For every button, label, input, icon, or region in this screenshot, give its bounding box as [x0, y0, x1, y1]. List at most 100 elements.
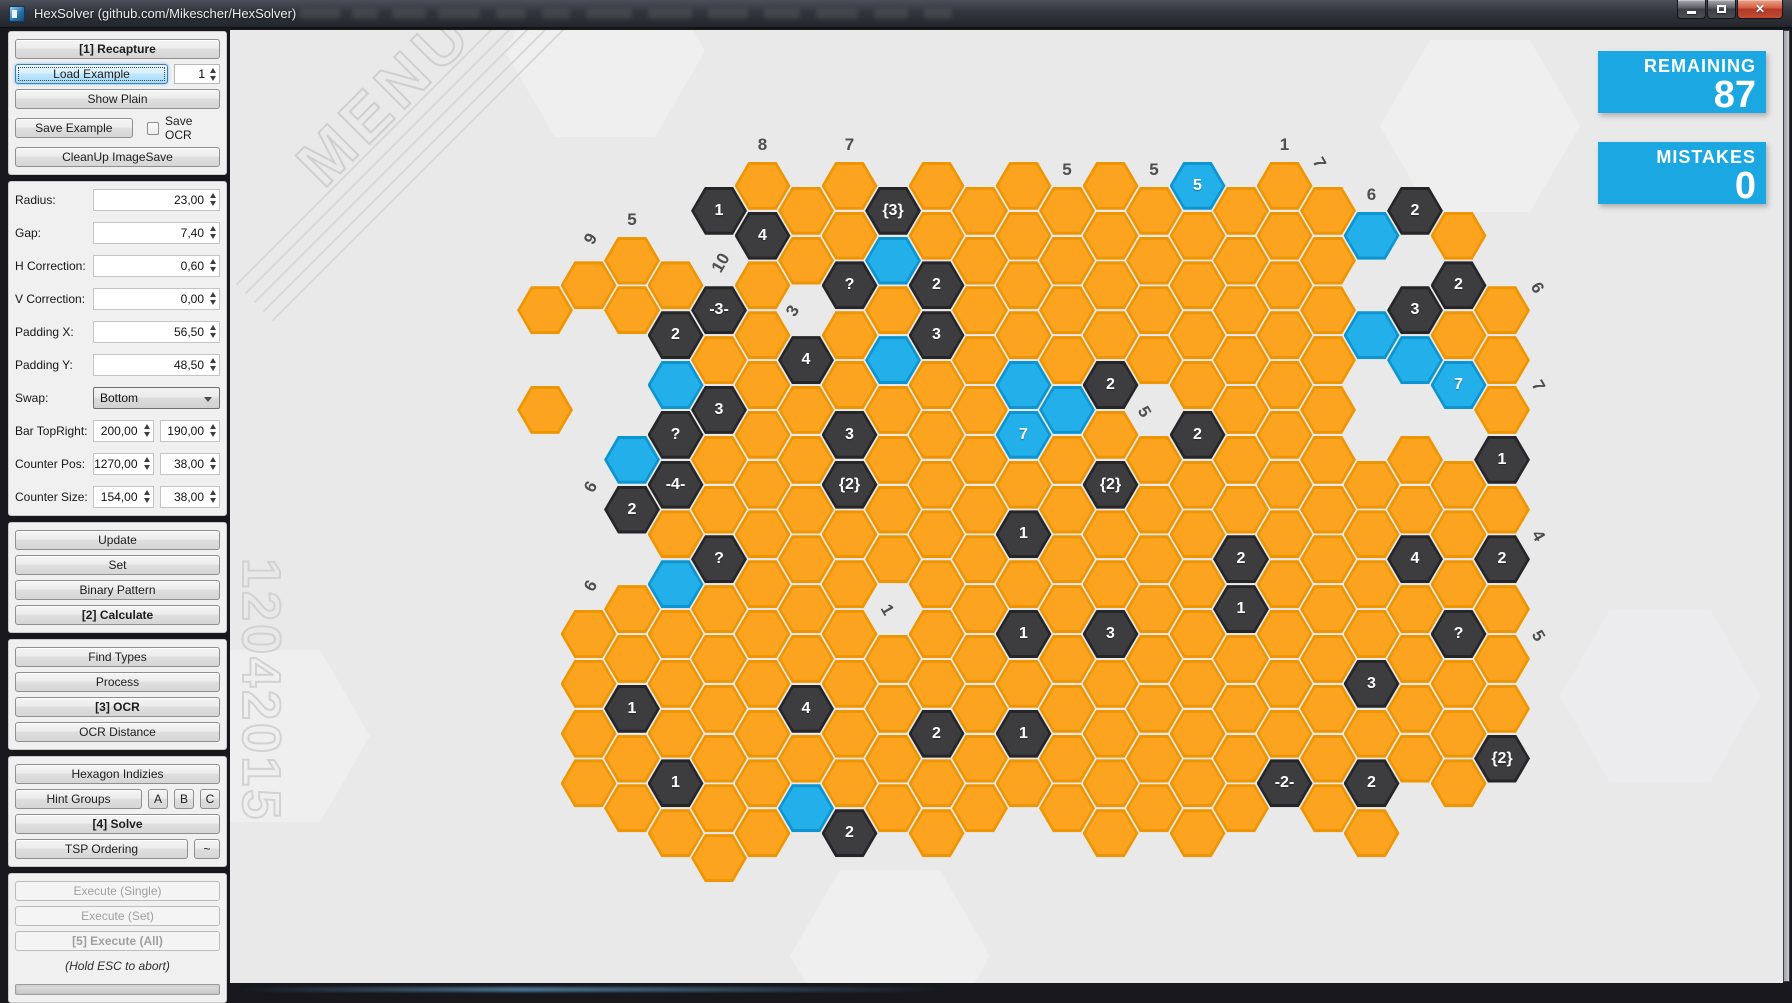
hex-orange-cell[interactable]: [1387, 735, 1443, 783]
hex-orange-cell[interactable]: [778, 486, 834, 534]
hex-orange-cell[interactable]: [735, 560, 791, 608]
hex-orange-cell[interactable]: [1213, 386, 1269, 434]
hex-orange-cell[interactable]: [909, 759, 965, 807]
execute-single-button[interactable]: Execute (Single): [15, 881, 220, 901]
load-example-button[interactable]: Load Example: [15, 64, 168, 84]
hex-orange-cell[interactable]: [952, 386, 1008, 434]
hex-orange-cell[interactable]: [952, 784, 1008, 832]
hex-orange-cell[interactable]: [1126, 784, 1182, 832]
hex-orange-cell[interactable]: [1126, 735, 1182, 783]
hex-dark-number-cell[interactable]: 2: [909, 261, 965, 309]
hex-orange-cell[interactable]: [778, 635, 834, 683]
hex-orange-cell[interactable]: [1213, 784, 1269, 832]
hex-orange-cell[interactable]: [822, 510, 878, 558]
hex-dark-number-cell[interactable]: 3: [691, 386, 747, 434]
hex-orange-cell[interactable]: [909, 212, 965, 260]
hex-orange-cell[interactable]: [1257, 461, 1313, 509]
radius-input[interactable]: 23,00: [93, 189, 220, 211]
hex-orange-cell[interactable]: [561, 710, 617, 758]
hint-c-button[interactable]: C: [200, 789, 220, 809]
hex-orange-cell[interactable]: [561, 610, 617, 658]
solve-button[interactable]: [4] Solve: [15, 814, 220, 834]
hex-orange-cell[interactable]: [735, 461, 791, 509]
hex-orange-cell[interactable]: [1213, 187, 1269, 235]
hex-orange-cell[interactable]: [1039, 735, 1095, 783]
hex-orange-cell[interactable]: [952, 286, 1008, 334]
hex-dark-number-cell[interactable]: 3: [822, 411, 878, 459]
hex-orange-cell[interactable]: [909, 610, 965, 658]
hex-orange-cell[interactable]: [865, 685, 921, 733]
hex-dark-number-cell[interactable]: 1: [604, 685, 660, 733]
hex-orange-cell[interactable]: [909, 660, 965, 708]
hex-orange-cell[interactable]: [1126, 635, 1182, 683]
hex-orange-cell[interactable]: [865, 486, 921, 534]
hex-orange-cell[interactable]: [1300, 685, 1356, 733]
hex-blue-cell[interactable]: [648, 361, 704, 409]
hex-orange-cell[interactable]: [648, 809, 704, 857]
hex-dark-number-cell[interactable]: 3: [1387, 286, 1443, 334]
counter-size-x-input[interactable]: 154,00: [93, 486, 154, 508]
hex-orange-cell[interactable]: [1431, 311, 1487, 359]
example-number-input[interactable]: 1: [174, 64, 220, 84]
hex-blue-cell[interactable]: [1039, 386, 1095, 434]
hex-blue-cell[interactable]: [865, 336, 921, 384]
hex-dark-number-cell[interactable]: 1: [996, 610, 1052, 658]
hex-orange-cell[interactable]: [1257, 162, 1313, 210]
hex-blue-cell[interactable]: [996, 361, 1052, 409]
hex-dark-number-cell[interactable]: 2: [1213, 535, 1269, 583]
hex-orange-cell[interactable]: [996, 560, 1052, 608]
hex-orange-cell[interactable]: [1344, 710, 1400, 758]
hex-orange-cell[interactable]: [1170, 212, 1226, 260]
hex-dark-number-cell[interactable]: {2}: [1474, 735, 1530, 783]
hex-dark-number-cell[interactable]: 1: [1213, 585, 1269, 633]
hex-orange-cell[interactable]: [778, 436, 834, 484]
minimize-button[interactable]: [1677, 0, 1706, 19]
hex-orange-cell[interactable]: [822, 759, 878, 807]
hex-orange-cell[interactable]: [1257, 560, 1313, 608]
hex-orange-cell[interactable]: [1300, 635, 1356, 683]
hint-a-button[interactable]: A: [148, 789, 168, 809]
execute-all-button[interactable]: [5] Execute (All): [15, 931, 220, 951]
hex-orange-cell[interactable]: [1039, 286, 1095, 334]
hint-groups-button[interactable]: Hint Groups: [15, 789, 142, 809]
hex-orange-cell[interactable]: [691, 585, 747, 633]
hex-orange-cell[interactable]: [735, 411, 791, 459]
hex-orange-cell[interactable]: [604, 237, 660, 285]
hex-orange-cell[interactable]: [1387, 685, 1443, 733]
hex-orange-cell[interactable]: [1083, 212, 1139, 260]
hex-orange-cell[interactable]: [778, 386, 834, 434]
hex-dark-number-cell[interactable]: 2: [1170, 411, 1226, 459]
swap-select[interactable]: Bottom: [93, 387, 220, 409]
hex-orange-cell[interactable]: [1431, 660, 1487, 708]
hex-orange-cell[interactable]: [691, 685, 747, 733]
hex-orange-cell[interactable]: [778, 237, 834, 285]
hex-dark-number-cell[interactable]: 1: [691, 187, 747, 235]
hex-orange-cell[interactable]: [604, 635, 660, 683]
hex-orange-cell[interactable]: [909, 560, 965, 608]
hex-orange-cell[interactable]: [561, 261, 617, 309]
counter-pos-x-input[interactable]: 1270,00: [93, 453, 154, 475]
hex-orange-cell[interactable]: [517, 286, 573, 334]
hex-orange-cell[interactable]: [604, 735, 660, 783]
hex-orange-cell[interactable]: [648, 660, 704, 708]
update-button[interactable]: Update: [15, 530, 220, 550]
hex-orange-cell[interactable]: [1170, 261, 1226, 309]
hex-orange-cell[interactable]: [1083, 560, 1139, 608]
hex-orange-cell[interactable]: [604, 585, 660, 633]
bar-topright-x-input[interactable]: 200,00: [93, 420, 154, 442]
hex-orange-cell[interactable]: [952, 436, 1008, 484]
hex-orange-cell[interactable]: [996, 212, 1052, 260]
hex-dark-number-cell[interactable]: ?: [691, 535, 747, 583]
hex-orange-cell[interactable]: [1039, 336, 1095, 384]
hex-blue-cell[interactable]: 5: [1170, 162, 1226, 210]
hex-orange-cell[interactable]: [952, 735, 1008, 783]
hex-orange-cell[interactable]: [1344, 461, 1400, 509]
hex-orange-cell[interactable]: [909, 411, 965, 459]
hex-orange-cell[interactable]: [996, 311, 1052, 359]
hex-orange-cell[interactable]: [1039, 585, 1095, 633]
hex-orange-cell[interactable]: [996, 261, 1052, 309]
hex-orange-cell[interactable]: [1257, 510, 1313, 558]
hex-dark-number-cell[interactable]: ?: [1431, 610, 1487, 658]
hex-orange-cell[interactable]: [1387, 436, 1443, 484]
hex-orange-cell[interactable]: [1170, 461, 1226, 509]
